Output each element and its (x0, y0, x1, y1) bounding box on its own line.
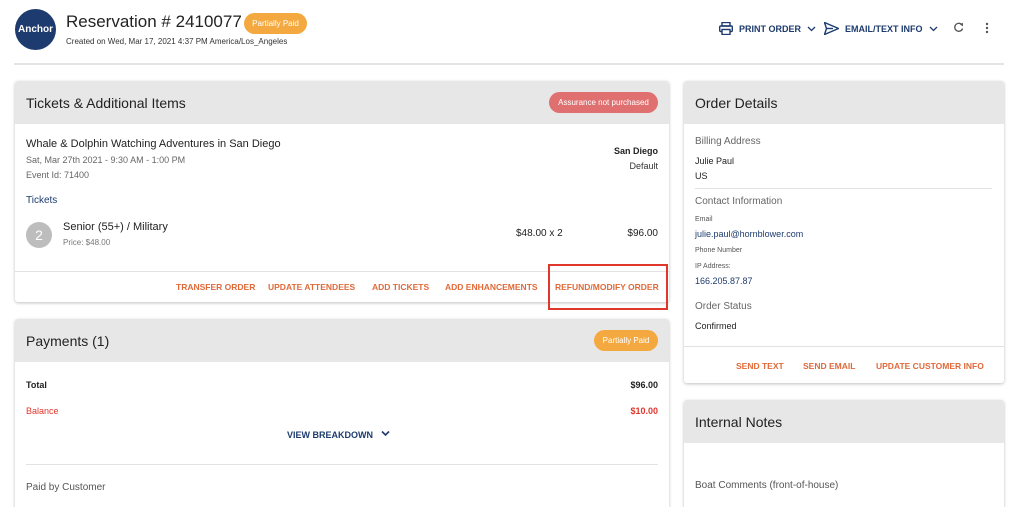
customer-email-link[interactable]: julie.paul@hornblower.com (695, 229, 803, 239)
printer-icon (719, 22, 733, 35)
tickets-section-label: Tickets (26, 195, 58, 206)
chevron-down-icon (381, 430, 390, 437)
order-status-label: Order Status (695, 301, 752, 312)
event-location-sub: Default (629, 161, 658, 171)
contact-info-label: Contact Information (695, 196, 783, 207)
order-details-title: Order Details (695, 95, 778, 111)
status-badge: Partially Paid (244, 13, 307, 34)
more-vert-icon[interactable] (985, 22, 989, 37)
boat-comments-label: Boat Comments (front-of-house) (695, 480, 839, 491)
send-text-button[interactable]: SEND TEXT (736, 361, 784, 371)
transfer-order-button[interactable]: TRANSFER ORDER (176, 282, 255, 292)
email-text-info-label: EMAIL/TEXT INFO (845, 23, 923, 34)
event-name: Whale & Dolphin Watching Adventures in S… (26, 138, 281, 150)
total-value: $96.00 (630, 380, 658, 390)
add-enhancements-button[interactable]: ADD ENHANCEMENTS (445, 282, 538, 292)
total-label: Total (26, 380, 47, 390)
ticket-name: Senior (55+) / Military (63, 221, 168, 233)
order-details-card: Order Details Billing Address Julie Paul… (684, 81, 1004, 383)
payments-card-title: Payments (1) (26, 333, 110, 349)
send-email-button[interactable]: SEND EMAIL (803, 361, 855, 371)
highlight-box (548, 264, 668, 310)
event-date: Sat, Mar 27th 2021 - 9:30 AM - 1:00 PM (26, 155, 186, 165)
internal-notes-title: Internal Notes (695, 414, 783, 430)
page-title: Reservation # 2410077 (66, 12, 242, 31)
balance-label: Balance (26, 406, 59, 416)
billing-divider (695, 188, 992, 189)
update-attendees-button[interactable]: UPDATE ATTENDEES (268, 282, 355, 292)
event-id: Event Id: 71400 (26, 170, 90, 180)
payment-status-badge: Partially Paid (594, 330, 658, 351)
internal-notes-header: Internal Notes (684, 400, 1004, 443)
phone-label: Phone Number (695, 247, 743, 254)
ip-address-label: IP Address: (695, 263, 731, 270)
chevron-down-icon (929, 26, 937, 31)
update-customer-info-button[interactable]: UPDATE CUSTOMER INFO (876, 361, 984, 371)
view-breakdown-label: VIEW BREAKDOWN (287, 430, 373, 440)
chevron-down-icon (807, 26, 816, 31)
send-icon (824, 22, 839, 35)
ticket-total: $96.00 (627, 228, 658, 239)
billing-name: Julie Paul (695, 156, 735, 166)
order-status-value: Confirmed (695, 321, 737, 331)
internal-notes-card: Internal Notes Boat Comments (front-of-h… (684, 400, 1004, 507)
view-breakdown-button[interactable]: VIEW BREAKDOWN (287, 430, 390, 440)
tickets-card-title: Tickets & Additional Items (26, 95, 186, 111)
created-timestamp: Created on Wed, Mar 17, 2021 4:37 PM Ame… (66, 37, 288, 46)
ticket-qty-avatar: 2 (26, 222, 52, 248)
anchor-logo: Anchor (15, 9, 56, 50)
header-divider (14, 63, 1004, 65)
refresh-icon[interactable] (953, 22, 964, 36)
paid-by-label: Paid by Customer (26, 482, 106, 493)
page-header: Anchor Reservation # 2410077 Partially P… (0, 0, 1024, 62)
billing-address-label: Billing Address (695, 136, 761, 147)
payments-divider (26, 464, 658, 465)
assurance-badge: Assurance not purchased (549, 92, 658, 113)
event-location: San Diego (613, 146, 658, 156)
email-label: Email (695, 216, 713, 223)
print-order-button[interactable]: PRINT ORDER (719, 22, 816, 35)
balance-value: $10.00 (630, 406, 658, 416)
ticket-unit-qty: $48.00 x 2 (516, 228, 563, 239)
tickets-card-header: Tickets & Additional Items Assurance not… (15, 81, 669, 124)
payments-card-header: Payments (1) Partially Paid (15, 319, 669, 362)
ip-address-value: 166.205.87.87 (695, 276, 753, 286)
billing-country: US (695, 171, 708, 181)
add-tickets-button[interactable]: ADD TICKETS (372, 282, 429, 292)
ticket-price: Price: $48.00 (63, 238, 111, 247)
order-actions-divider (684, 346, 1004, 347)
order-details-header: Order Details (684, 81, 1004, 124)
payments-card: Payments (1) Partially Paid Total $96.00… (15, 319, 669, 507)
email-text-info-button[interactable]: EMAIL/TEXT INFO (824, 22, 938, 35)
print-order-label: PRINT ORDER (739, 23, 802, 34)
